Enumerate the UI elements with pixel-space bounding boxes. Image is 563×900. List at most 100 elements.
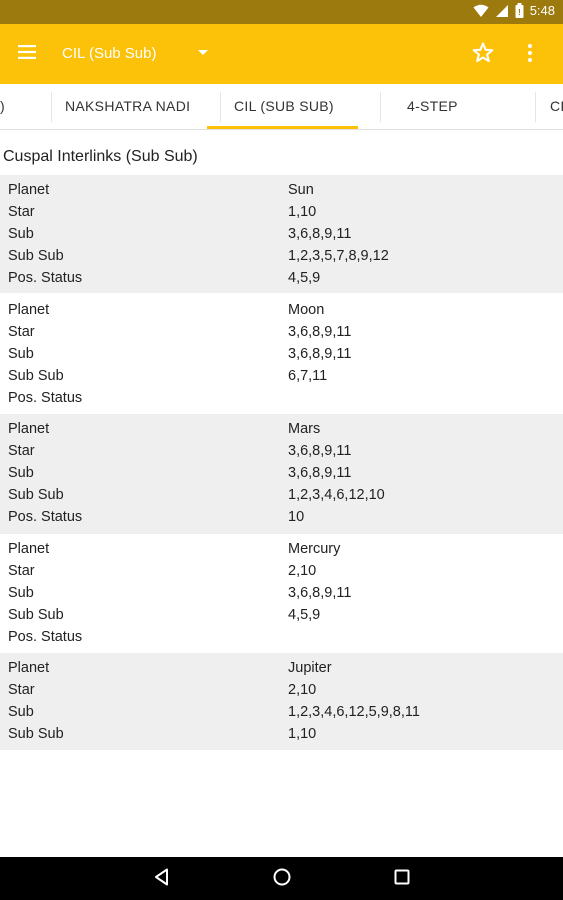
system-navigation-bar bbox=[0, 857, 563, 900]
recents-square-icon bbox=[393, 868, 411, 891]
subsub-value: 4,5,9 bbox=[288, 607, 321, 623]
row-planet: Planet Mars bbox=[0, 418, 563, 440]
star-value: 2,10 bbox=[288, 563, 317, 579]
tab-4-step[interactable]: 4-STEP bbox=[407, 84, 458, 129]
row-sub: Sub 1,2,3,4,6,12,5,9,8,11 bbox=[0, 701, 563, 723]
more-dot-icon bbox=[528, 44, 532, 48]
row-sub: Sub 3,6,8,9,11 bbox=[0, 343, 563, 365]
tab-cil-sub-sub[interactable]: CIL (SUB SUB) bbox=[234, 84, 334, 129]
recents-button[interactable] bbox=[390, 867, 414, 891]
tab-divider bbox=[220, 92, 221, 122]
row-label: Sub bbox=[8, 704, 34, 720]
row-label: Star bbox=[8, 324, 35, 340]
row-star: Star 3,6,8,9,11 bbox=[0, 440, 563, 462]
row-star: Star 3,6,8,9,11 bbox=[0, 321, 563, 343]
pos-status-value: 10 bbox=[288, 509, 305, 525]
sub-value: 3,6,8,9,11 bbox=[288, 226, 352, 242]
tab-strip: ) NAKSHATRA NADI CIL (SUB SUB) 4-STEP CI bbox=[0, 84, 563, 130]
back-button[interactable] bbox=[150, 867, 174, 891]
pos-status-value: 4,5,9 bbox=[288, 270, 321, 286]
row-label: Sub bbox=[8, 465, 34, 481]
row-label: Planet bbox=[8, 660, 50, 676]
row-label: Star bbox=[8, 563, 35, 579]
sub-value: 3,6,8,9,11 bbox=[288, 465, 352, 481]
tab-divider bbox=[380, 92, 381, 122]
row-subsub: Sub Sub 1,2,3,5,7,8,9,12 bbox=[0, 245, 563, 267]
row-label: Sub Sub bbox=[8, 368, 64, 384]
wifi-icon bbox=[473, 4, 489, 18]
row-label: Planet bbox=[8, 182, 50, 198]
row-sub: Sub 3,6,8,9,11 bbox=[0, 462, 563, 484]
row-label: Pos. Status bbox=[8, 629, 83, 645]
row-label: Planet bbox=[8, 302, 50, 318]
menu-button[interactable] bbox=[12, 39, 42, 69]
row-star: Star 1,10 bbox=[0, 201, 563, 223]
planet-block-jupiter: Planet Jupiter Star 2,10 Sub 1,2,3,4,6,12,5… bbox=[0, 653, 563, 750]
row-label: Sub Sub bbox=[8, 726, 64, 742]
subsub-value: 1,2,3,4,6,12,10 bbox=[288, 487, 385, 503]
star-value: 3,6,8,9,11 bbox=[288, 443, 352, 459]
home-button[interactable] bbox=[270, 867, 294, 891]
row-star: Star 2,10 bbox=[0, 679, 563, 701]
row-label: Sub Sub bbox=[8, 487, 64, 503]
row-planet: Planet Moon bbox=[0, 299, 563, 321]
favorite-button[interactable] bbox=[470, 40, 496, 66]
sub-value: 1,2,3,4,6,12,5,9,8,11 bbox=[288, 704, 420, 720]
status-bar: ! 5:48 bbox=[0, 0, 563, 24]
row-planet: Planet Sun bbox=[0, 179, 563, 201]
row-subsub: Sub Sub 6,7,11 bbox=[0, 365, 563, 387]
more-dot-icon bbox=[528, 58, 532, 62]
row-label: Sub Sub bbox=[8, 248, 64, 264]
row-label: Star bbox=[8, 443, 35, 459]
app-bar: CIL (Sub Sub) bbox=[0, 24, 563, 84]
row-label: Star bbox=[8, 204, 35, 220]
more-dot-icon bbox=[528, 51, 532, 55]
svg-text:!: ! bbox=[518, 8, 521, 17]
hamburger-menu-icon bbox=[18, 44, 36, 64]
row-planet: Planet Jupiter bbox=[0, 657, 563, 679]
battery-icon: ! bbox=[515, 3, 524, 18]
sub-value: 3,6,8,9,11 bbox=[288, 346, 352, 362]
sub-value: 3,6,8,9,11 bbox=[288, 585, 352, 601]
overflow-menu-button[interactable] bbox=[518, 40, 542, 66]
star-value: 1,10 bbox=[288, 204, 317, 220]
row-label: Planet bbox=[8, 541, 50, 557]
tab-previous-partial[interactable]: ) bbox=[0, 84, 5, 129]
back-triangle-icon bbox=[152, 867, 172, 892]
row-star: Star 2,10 bbox=[0, 560, 563, 582]
planet-name: Mercury bbox=[288, 541, 341, 557]
planet-block-moon: Planet Moon Star 3,6,8,9,11 Sub 3,6,8,9,11 … bbox=[0, 295, 563, 413]
row-subsub: Sub Sub 1,10 bbox=[0, 723, 563, 745]
row-pos-status: Pos. Status bbox=[0, 387, 563, 409]
planet-name: Jupiter bbox=[288, 660, 332, 676]
row-planet: Planet Mercury bbox=[0, 538, 563, 560]
row-label: Star bbox=[8, 682, 35, 698]
status-time: 5:48 bbox=[529, 3, 555, 18]
row-label: Sub bbox=[8, 585, 34, 601]
row-label: Planet bbox=[8, 421, 50, 437]
view-selector-dropdown[interactable]: CIL (Sub Sub) bbox=[62, 42, 208, 64]
view-selector-label: CIL (Sub Sub) bbox=[62, 44, 157, 62]
selected-tab-indicator bbox=[207, 126, 358, 129]
row-label: Pos. Status bbox=[8, 270, 83, 286]
row-sub: Sub 3,6,8,9,11 bbox=[0, 582, 563, 604]
row-pos-status: Pos. Status bbox=[0, 626, 563, 648]
planet-block-mercury: Planet Mercury Star 2,10 Sub 3,6,8,9,11 Sub… bbox=[0, 534, 563, 652]
dropdown-arrow-icon bbox=[198, 50, 208, 55]
row-label: Sub Sub bbox=[8, 607, 64, 623]
row-subsub: Sub Sub 4,5,9 bbox=[0, 604, 563, 626]
row-label: Pos. Status bbox=[8, 509, 83, 525]
subsub-value: 6,7,11 bbox=[288, 368, 328, 384]
row-label: Pos. Status bbox=[8, 390, 83, 406]
subsub-value: 1,2,3,5,7,8,9,12 bbox=[288, 248, 389, 264]
star-value: 3,6,8,9,11 bbox=[288, 324, 352, 340]
star-outline-icon bbox=[470, 42, 496, 70]
planet-block-sun: Planet Sun Star 1,10 Sub 3,6,8,9,11 Sub Sub… bbox=[0, 175, 563, 293]
star-value: 2,10 bbox=[288, 682, 317, 698]
section-title: Cuspal Interlinks (Sub Sub) bbox=[3, 148, 198, 165]
planet-block-mars: Planet Mars Star 3,6,8,9,11 Sub 3,6,8,9,11 … bbox=[0, 414, 563, 534]
tab-nakshatra-nadi[interactable]: NAKSHATRA NADI bbox=[65, 84, 190, 129]
row-label: Sub bbox=[8, 346, 34, 362]
row-sub: Sub 3,6,8,9,11 bbox=[0, 223, 563, 245]
tab-next-partial[interactable]: CI bbox=[550, 84, 563, 129]
